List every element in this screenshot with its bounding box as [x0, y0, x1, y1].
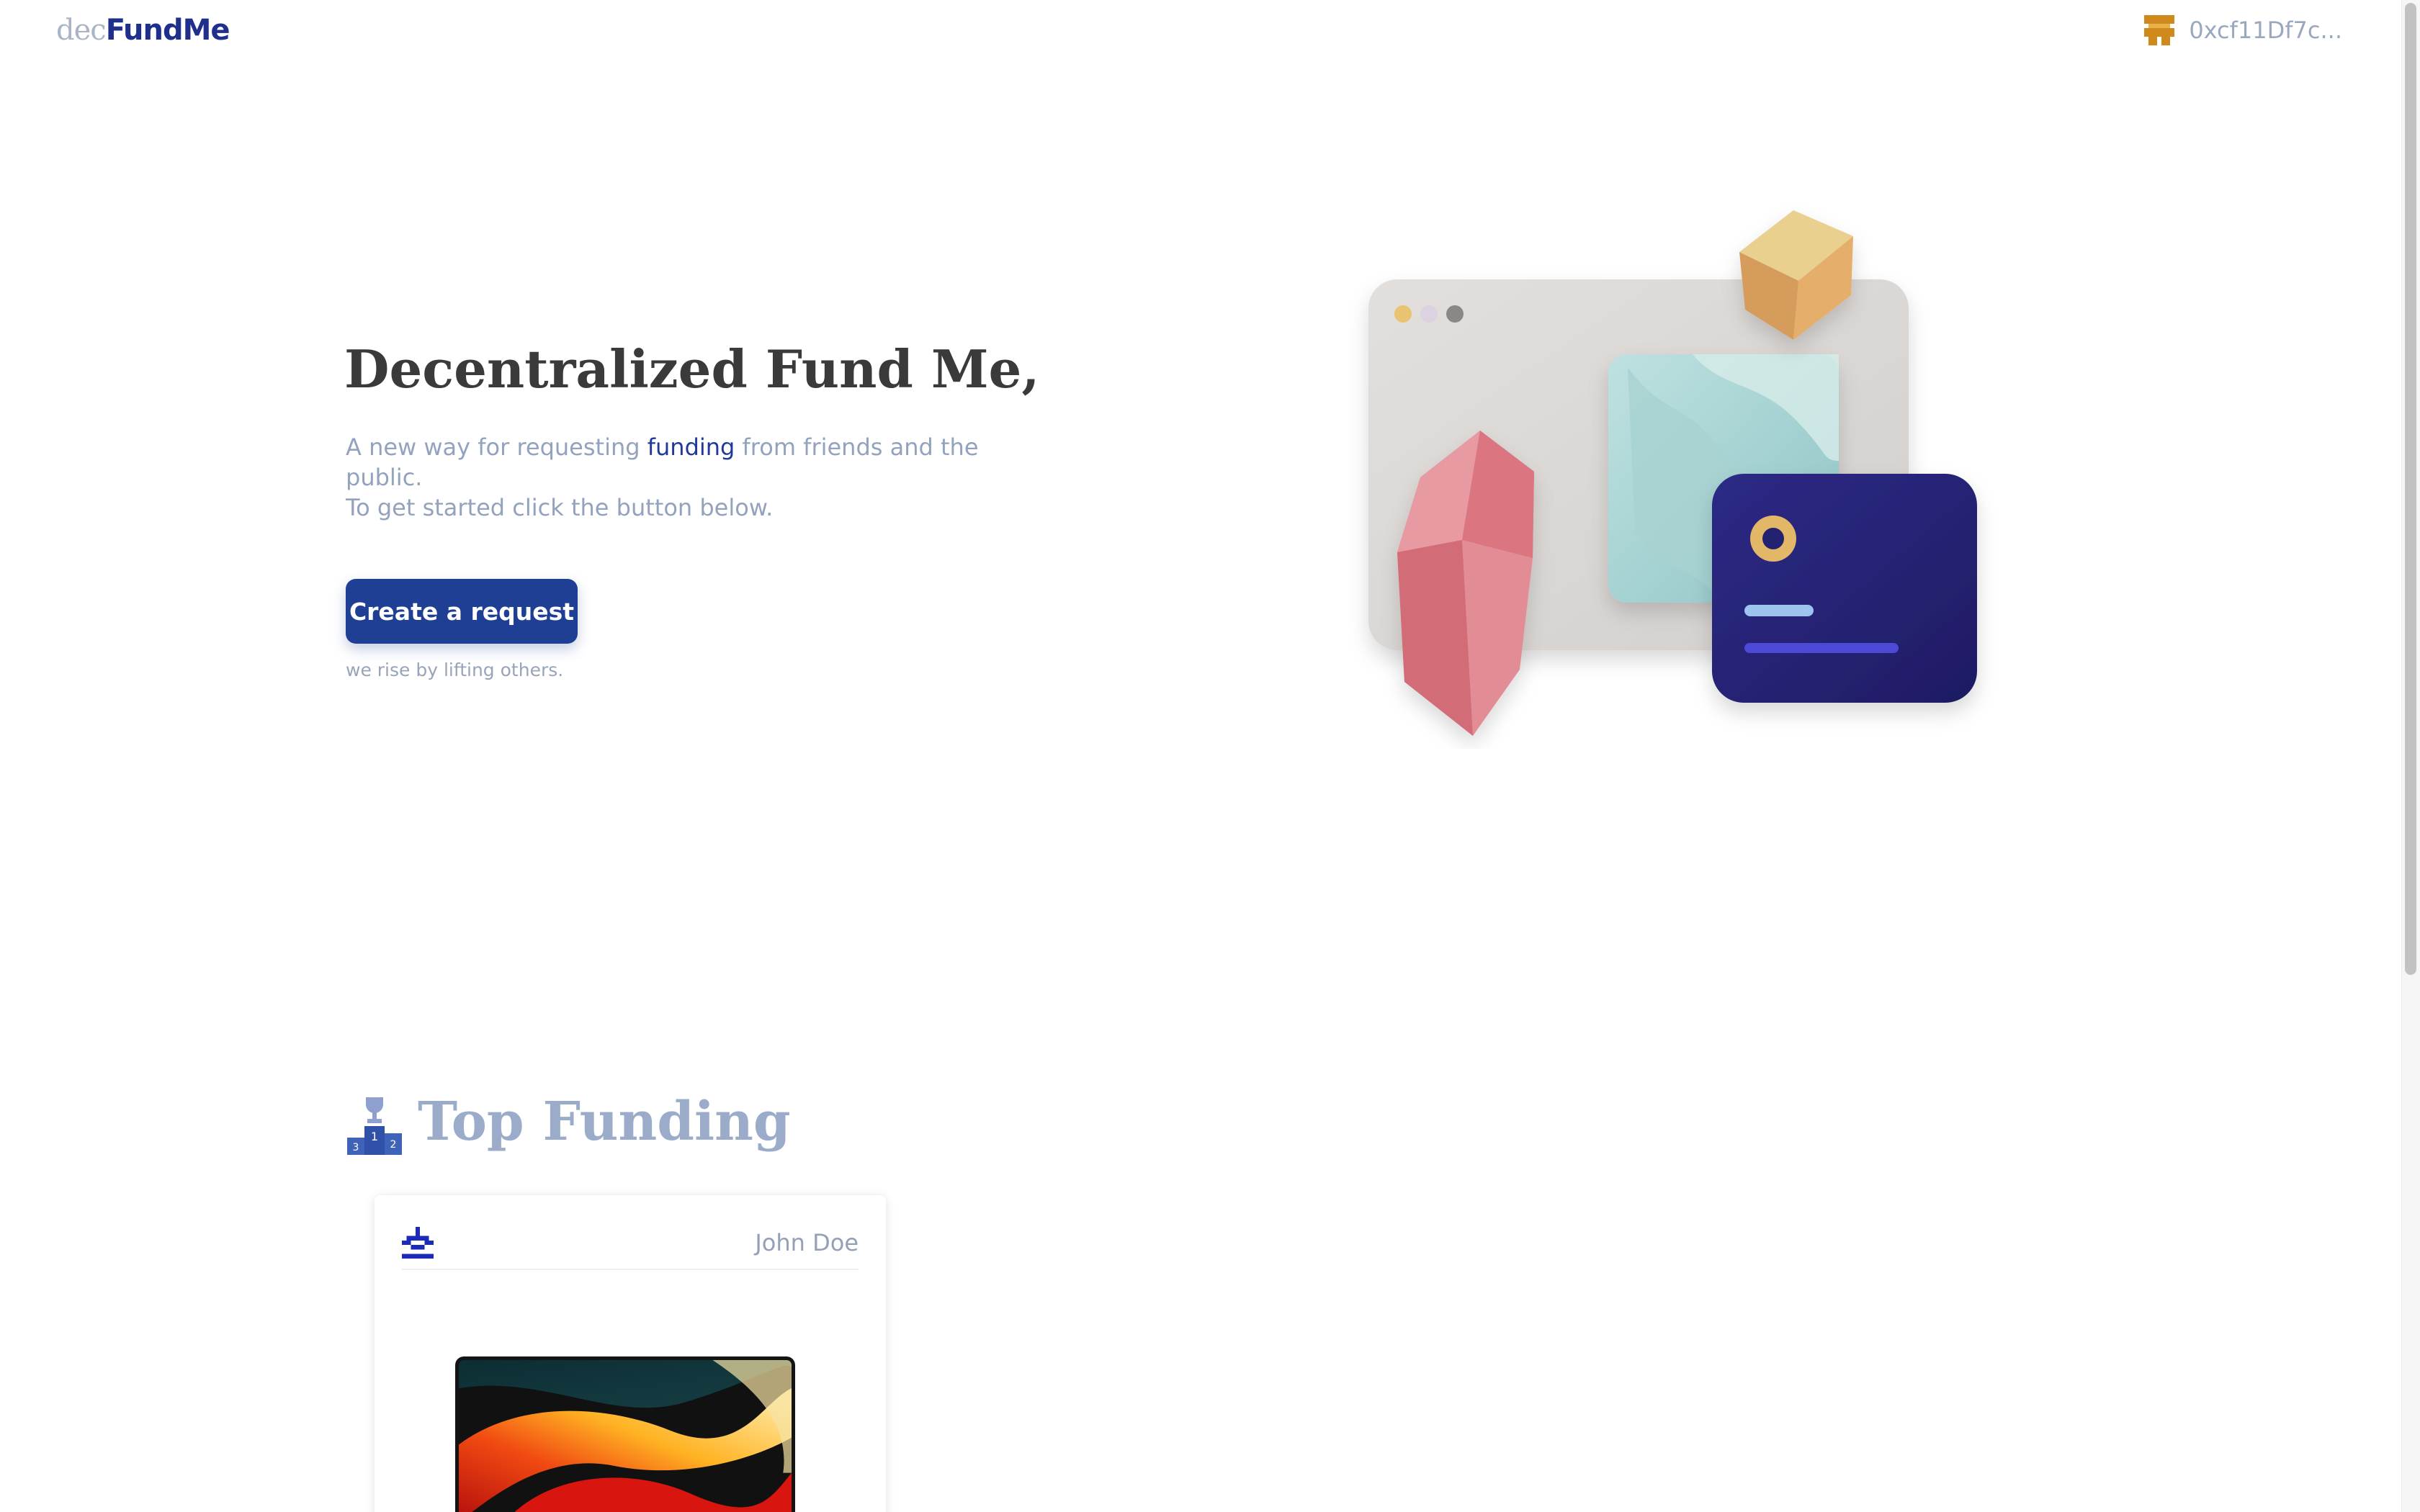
- card-author: John Doe: [755, 1229, 859, 1256]
- subtitle-line-2: To get started click the button below.: [346, 494, 774, 521]
- logo-prefix: dec: [56, 14, 107, 47]
- svg-text:3: 3: [353, 1142, 359, 1153]
- svg-text:1: 1: [371, 1130, 378, 1143]
- podium-trophy-icon: 1 2 3: [347, 1097, 402, 1155]
- window-dot: [1394, 305, 1412, 323]
- hero-title: Decentralized Fund Me,: [344, 338, 1040, 400]
- hero-illustration: [1368, 210, 1977, 736]
- pixel-avatar-icon: [2144, 15, 2175, 45]
- scrollbar-thumb[interactable]: [2405, 3, 2416, 975]
- wallet-account[interactable]: 0xcf11Df7c...: [2144, 13, 2342, 48]
- subtitle-accent: funding: [647, 433, 735, 461]
- scrollbar-track[interactable]: [2401, 0, 2420, 1512]
- card-header: John Doe: [402, 1217, 859, 1270]
- funding-card[interactable]: John Doe: [375, 1195, 886, 1512]
- create-request-button[interactable]: Create a request: [346, 579, 578, 644]
- app-logo[interactable]: decFundMe: [56, 10, 230, 50]
- top-funding-title: Top Funding: [418, 1091, 791, 1153]
- hero-subtitle: A new way for requesting funding from fr…: [346, 432, 1037, 523]
- window-dot: [1420, 305, 1438, 323]
- tagline: we rise by lifting others.: [346, 660, 564, 680]
- laptop-image: [455, 1356, 795, 1512]
- id-card-shape: [1712, 474, 1977, 703]
- pixel-avatar-icon: [402, 1227, 434, 1259]
- svg-text:2: 2: [390, 1139, 397, 1151]
- wallet-address: 0xcf11Df7c...: [2189, 17, 2342, 44]
- window-dot: [1446, 305, 1464, 323]
- subtitle-text: A new way for requesting: [346, 433, 647, 461]
- logo-main: FundMe: [105, 14, 230, 47]
